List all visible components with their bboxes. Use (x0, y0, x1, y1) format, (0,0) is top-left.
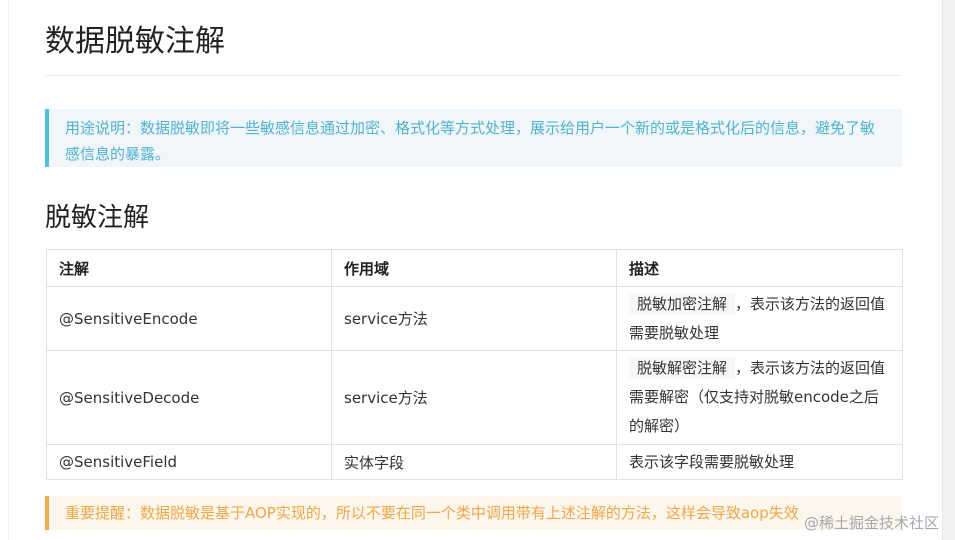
annotation-cell: @SensitiveDecode (46, 350, 332, 445)
info-note: 用途说明：数据脱敏即将一些敏感信息通过加密、格式化等方式处理，展示给用户一个新的… (45, 109, 902, 167)
table-row: @SensitiveEncode service方法 脱敏加密注解 ，表示该方法的… (46, 286, 903, 351)
article-page: 数据脱敏注解 用途说明：数据脱敏即将一些敏感信息通过加密、格式化等方式处理，展示… (0, 0, 943, 540)
warning-note-text: 重要提醒：数据脱敏是基于AOP实现的，所以不要在同一个类中调用带有上述注解的方法… (65, 504, 799, 522)
description-cell: 脱敏加密注解 ，表示该方法的返回值需要脱敏处理 (616, 286, 903, 351)
left-divider (8, 0, 9, 540)
table-row: @SensitiveField 实体字段 表示该字段需要脱敏处理 (46, 444, 903, 480)
table-header-description: 描述 (616, 249, 903, 287)
table-row: @SensitiveDecode service方法 脱敏解密注解 ，表示该方法的… (46, 350, 903, 445)
annotation-cell: @SensitiveField (46, 444, 332, 480)
info-note-text: 用途说明：数据脱敏即将一些敏感信息通过加密、格式化等方式处理，展示给用户一个新的… (65, 119, 876, 163)
article-title: 数据脱敏注解 (45, 24, 225, 59)
description-cell: 表示该字段需要脱敏处理 (616, 444, 903, 480)
table-header-row: 注解 作用域 描述 (46, 249, 903, 287)
inline-code: 脱敏解密注解 (629, 357, 736, 379)
scope-cell: service方法 (331, 350, 617, 445)
table-header-annotation: 注解 (46, 249, 332, 287)
section-title: 脱敏注解 (45, 203, 150, 233)
annotation-table: 注解 作用域 描述 @SensitiveEncode service方法 脱敏加… (46, 249, 903, 480)
description-cell: 脱敏解密注解 ，表示该方法的返回值需要解密（仅支持对脱敏encode之后的解密） (616, 350, 903, 445)
annotation-cell: @SensitiveEncode (46, 286, 332, 351)
inline-code: 脱敏加密注解 (629, 292, 736, 315)
table-header-scope: 作用域 (331, 249, 617, 287)
site-watermark: @稀土掘金技术社区 (803, 514, 939, 532)
scope-cell: service方法 (331, 286, 617, 351)
scope-cell: 实体字段 (331, 444, 617, 480)
warning-note: 重要提醒：数据脱敏是基于AOP实现的，所以不要在同一个类中调用带有上述注解的方法… (45, 496, 902, 530)
title-divider (45, 75, 902, 76)
